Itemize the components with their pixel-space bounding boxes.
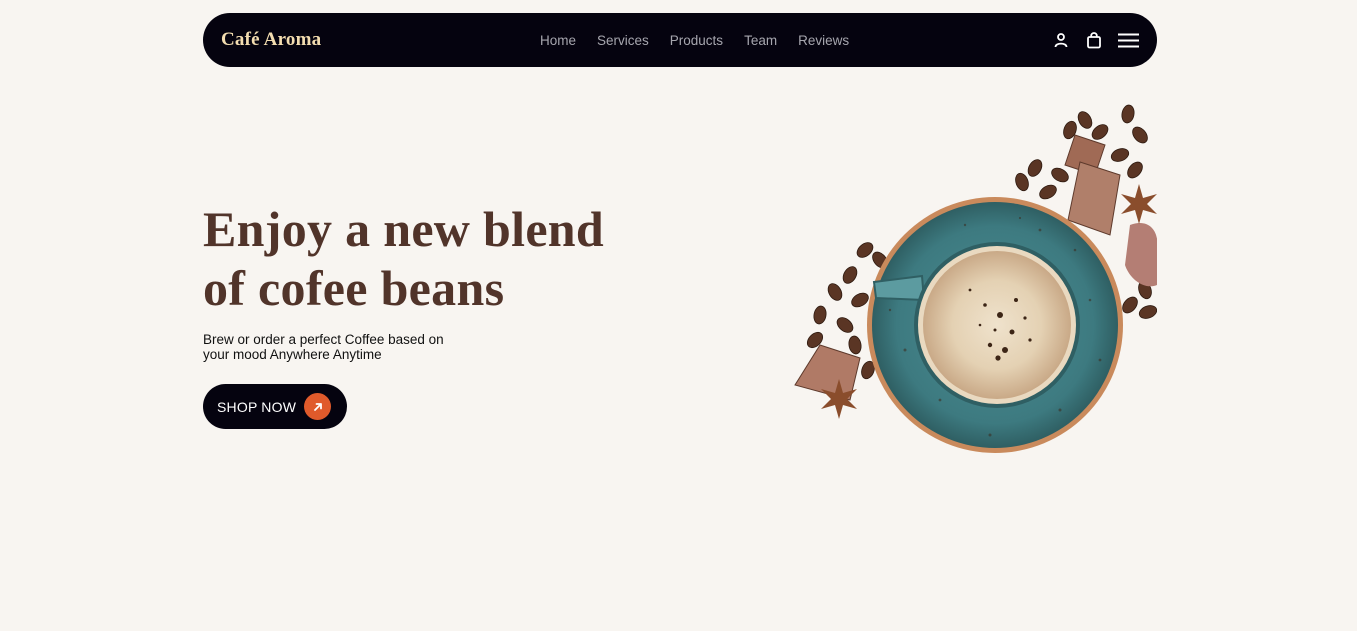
shop-now-button[interactable]: SHOP NOW <box>203 384 347 429</box>
hero-title-line-1: Enjoy a new blend <box>203 201 605 257</box>
nav-link-products[interactable]: Products <box>670 33 723 48</box>
nav-link-reviews[interactable]: Reviews <box>798 33 849 48</box>
brand-logo[interactable]: Café Aroma <box>221 29 321 51</box>
user-icon[interactable] <box>1053 32 1069 48</box>
hero-subtitle: Brew or order a perfect Coffee based on … <box>203 332 463 362</box>
nav-links: Home Services Products Team Reviews <box>540 13 870 67</box>
nav-link-services[interactable]: Services <box>597 33 649 48</box>
nav-icons <box>1053 13 1139 67</box>
shop-now-label: SHOP NOW <box>217 398 297 415</box>
hero-subtitle-line-2: your mood Anywhere Anytime <box>203 347 382 362</box>
coffee-cup-illustration <box>794 104 1157 453</box>
navbar: Café Aroma Home Services Products Team R… <box>203 13 1157 67</box>
hero-title-line-2: of cofee beans <box>203 260 505 316</box>
nav-link-home[interactable]: Home <box>540 33 576 48</box>
hero-title: Enjoy a new blend of cofee beans <box>203 200 723 318</box>
page: Café Aroma Home Services Products Team R… <box>0 0 1357 631</box>
nav-link-team[interactable]: Team <box>744 33 777 48</box>
hero-subtitle-line-1: Brew or order a perfect Coffee based on <box>203 332 444 347</box>
shopping-bag-icon[interactable] <box>1086 31 1102 49</box>
hamburger-menu-icon[interactable] <box>1118 33 1139 48</box>
arrow-up-right-icon <box>304 393 331 420</box>
hero-coffee-image <box>790 100 1157 460</box>
